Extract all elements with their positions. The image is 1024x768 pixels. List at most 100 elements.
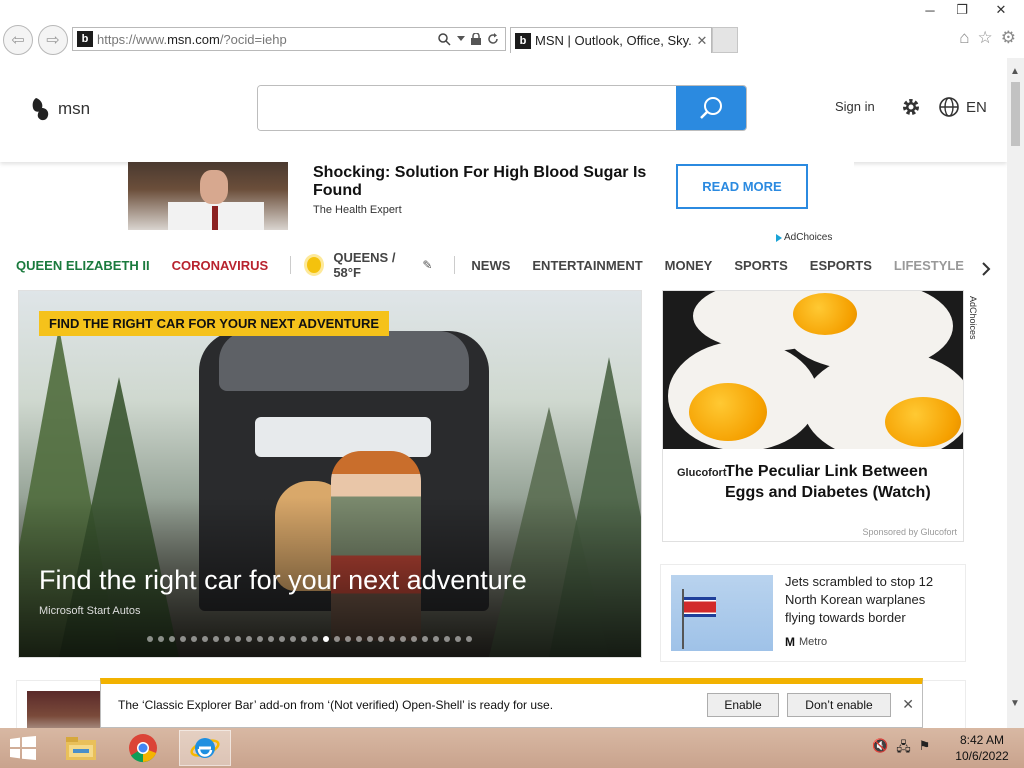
restore-button[interactable]: ❐ <box>946 0 978 20</box>
carousel-dot[interactable] <box>180 636 186 642</box>
carousel-dot[interactable] <box>147 636 153 642</box>
search-button[interactable] <box>676 86 746 130</box>
file-explorer-button[interactable] <box>55 730 107 766</box>
scroll-thumb[interactable] <box>1011 82 1020 146</box>
carousel-dot[interactable] <box>235 636 241 642</box>
carousel-dot[interactable] <box>301 636 307 642</box>
news-source-label: Metro <box>799 636 828 648</box>
nav-next-chevron-icon[interactable] <box>980 261 992 277</box>
carousel-dot[interactable] <box>191 636 197 642</box>
network-icon[interactable]: 🖧 <box>896 738 911 760</box>
refresh-icon[interactable] <box>487 33 499 45</box>
scroll-down-icon[interactable]: ▼ <box>1010 698 1020 709</box>
new-tab-button[interactable] <box>712 27 738 53</box>
favorites-star-icon[interactable]: ☆ <box>978 28 993 48</box>
tab-msn[interactable]: b MSN | Outlook, Office, Sky... ✕ <box>510 27 712 53</box>
close-tab-icon[interactable]: ✕ <box>693 33 711 49</box>
window-controls: ─ ❐ ✕ <box>914 0 1024 22</box>
clock[interactable]: 8:42 AM 10/6/2022 <box>952 732 1012 764</box>
carousel-dot[interactable] <box>433 636 439 642</box>
edit-pencil-icon[interactable]: ✎ <box>422 258 432 272</box>
carousel-dot[interactable] <box>400 636 406 642</box>
lock-icon[interactable] <box>471 33 481 45</box>
language-selector[interactable]: EN <box>938 96 987 118</box>
minimize-button[interactable]: ─ <box>914 0 946 20</box>
nav-item-weather[interactable]: QUEENS / 58°F ✎ <box>307 250 432 280</box>
dont-enable-button[interactable]: Don’t enable <box>787 693 891 717</box>
egg-ad-headline[interactable]: The Peculiar Link Between Eggs and Diabe… <box>725 461 955 503</box>
carousel-dot[interactable] <box>334 636 340 642</box>
banner-ad[interactable]: Shocking: Solution For High Blood Sugar … <box>128 162 854 230</box>
category-nav: QUEEN ELIZABETH II CORONAVIRUS QUEENS / … <box>16 250 986 280</box>
nav-item-news[interactable]: NEWS <box>471 258 510 273</box>
msn-tab-favicon-icon: b <box>515 32 531 49</box>
windows-start-icon[interactable] <box>8 736 38 760</box>
hero-title[interactable]: Find the right car for your next adventu… <box>39 565 527 596</box>
action-center-flag-icon[interactable]: ⚑ <box>919 738 931 760</box>
carousel-dot[interactable] <box>290 636 296 642</box>
tools-gear-icon[interactable]: ⚙ <box>1001 28 1016 48</box>
dropdown-arrow-icon[interactable] <box>457 36 465 42</box>
carousel-dot[interactable] <box>224 636 230 642</box>
carousel-dot[interactable] <box>257 636 263 642</box>
carousel-dot[interactable] <box>268 636 274 642</box>
nav-item-queen-elizabeth[interactable]: QUEEN ELIZABETH II <box>16 258 150 273</box>
carousel-dot[interactable] <box>466 636 472 642</box>
sponsored-label: Sponsored by Glucofort <box>862 527 957 537</box>
page-scrollbar[interactable]: ▲ ▼ <box>1007 58 1024 728</box>
close-window-button[interactable]: ✕ <box>978 0 1024 20</box>
nav-item-sports[interactable]: SPORTS <box>734 258 787 273</box>
carousel-dot[interactable] <box>312 636 318 642</box>
carousel-dot[interactable] <box>356 636 362 642</box>
carousel-dot[interactable] <box>455 636 461 642</box>
carousel-dot[interactable] <box>378 636 384 642</box>
carousel-dot[interactable] <box>345 636 351 642</box>
news-card[interactable]: Jets scrambled to stop 12 North Korean w… <box>660 564 966 662</box>
forward-button[interactable]: ⇨ <box>38 25 68 55</box>
internet-explorer-button[interactable] <box>179 730 231 766</box>
read-more-button[interactable]: READ MORE <box>676 164 808 209</box>
sign-in-link[interactable]: Sign in <box>835 99 875 114</box>
carousel-dot[interactable] <box>158 636 164 642</box>
north-korea-flag-icon <box>684 597 716 617</box>
nav-item-coronavirus[interactable]: CORONAVIRUS <box>172 258 269 273</box>
carousel-dot[interactable] <box>411 636 417 642</box>
carousel-dot[interactable] <box>169 636 175 642</box>
carousel-dot[interactable] <box>202 636 208 642</box>
side-adchoices-link[interactable]: AdChoices <box>968 296 978 340</box>
carousel-dot[interactable] <box>279 636 285 642</box>
close-notification-icon[interactable]: ✕ <box>902 696 914 713</box>
hero-tag[interactable]: FIND THE RIGHT CAR FOR YOUR NEXT ADVENTU… <box>39 311 390 336</box>
msn-logo[interactable]: msn <box>30 96 90 122</box>
language-label: EN <box>966 98 987 116</box>
home-icon[interactable]: ⌂ <box>959 28 969 48</box>
sponsored-ad-card[interactable]: Glucofort The Peculiar Link Between Eggs… <box>662 290 964 542</box>
nav-item-esports[interactable]: ESPORTS <box>810 258 872 273</box>
url-prefix: https://www. <box>97 31 168 47</box>
carousel-dot[interactable] <box>389 636 395 642</box>
nav-item-entertainment[interactable]: ENTERTAINMENT <box>532 258 642 273</box>
carousel-dot[interactable] <box>444 636 450 642</box>
back-button[interactable]: ⇦ <box>3 25 33 55</box>
settings-gear-icon[interactable] <box>900 96 922 118</box>
msn-header: msn Sign in EN <box>0 58 1007 162</box>
volume-muted-icon[interactable]: 🔇 <box>872 738 888 760</box>
chrome-button[interactable] <box>117 730 169 766</box>
url-text[interactable]: https://www.msn.com/?ocid=iehp <box>97 32 438 47</box>
ad-headline[interactable]: Shocking: Solution For High Blood Sugar … <box>313 164 653 200</box>
adchoices-link[interactable]: AdChoices <box>776 232 832 243</box>
nav-item-lifestyle[interactable]: LIFESTYLE <box>894 258 964 273</box>
carousel-dot[interactable] <box>323 636 329 642</box>
carousel-dot[interactable] <box>367 636 373 642</box>
hero-story[interactable]: FIND THE RIGHT CAR FOR YOUR NEXT ADVENTU… <box>18 290 642 658</box>
scroll-up-icon[interactable]: ▲ <box>1010 66 1020 77</box>
search-input[interactable] <box>258 86 676 130</box>
carousel-dot[interactable] <box>213 636 219 642</box>
search-icon[interactable] <box>438 32 451 46</box>
carousel-dot[interactable] <box>422 636 428 642</box>
enable-button[interactable]: Enable <box>707 693 779 717</box>
carousel-dot[interactable] <box>246 636 252 642</box>
address-bar[interactable]: b https://www.msn.com/?ocid=iehp <box>72 27 506 51</box>
news-headline[interactable]: Jets scrambled to stop 12 North Korean w… <box>785 573 955 627</box>
nav-item-money[interactable]: MONEY <box>665 258 713 273</box>
